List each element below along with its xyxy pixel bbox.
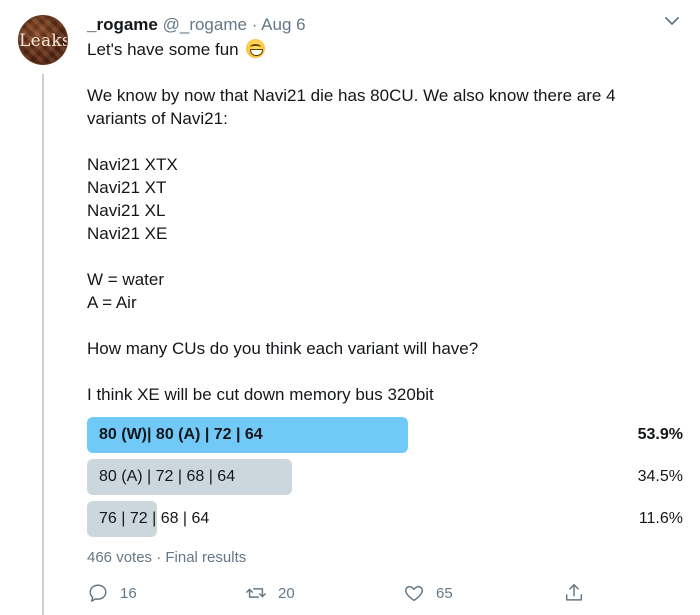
author-name[interactable]: _rogame (87, 15, 158, 34)
avatar-logo-text: Leaks (19, 31, 68, 51)
poll-option-label: 80 (W)| 80 (A) | 72 | 64 (99, 426, 263, 443)
retweet-button[interactable]: 20 (245, 580, 295, 606)
avatar[interactable]: Leaks (18, 15, 68, 65)
poll-option: 80 (A) | 72 | 68 | 64 34.5% (87, 459, 687, 495)
heart-icon (405, 585, 423, 602)
tweet-line: How many CUs do you think each variant w… (87, 339, 479, 358)
tweet-header: _rogame @_rogame · Aug 6 (87, 14, 306, 36)
poll-option: 80 (W)| 80 (A) | 72 | 64 53.9% (87, 417, 687, 453)
tweet-line: Navi21 XT (87, 178, 167, 197)
poll-option-percent: 34.5% (637, 468, 683, 485)
thread-line (42, 74, 44, 615)
tweet-line (87, 314, 647, 337)
tweet-line: Navi21 XL (87, 201, 166, 220)
tweet-line: variants of Navi21: (87, 109, 228, 128)
poll-option: 76 | 72 | 68 | 64 11.6% (87, 501, 687, 537)
share-icon (565, 584, 583, 601)
poll-option-percent: 53.9% (637, 426, 683, 443)
poll-option-label: 76 | 72 | 68 | 64 (99, 510, 210, 527)
tweet-line (87, 61, 647, 84)
tweet-body-lines: We know by now that Navi21 die has 80CU.… (87, 61, 647, 406)
poll-option-percent: 11.6% (638, 510, 683, 527)
poll: 80 (W)| 80 (A) | 72 | 64 53.9% 80 (A) | … (87, 417, 687, 543)
retweet-icon (246, 588, 266, 598)
tweet-line (87, 245, 647, 268)
tweet-first-line-text: Let's have some fun (87, 40, 239, 59)
tweet-line: We know by now that Navi21 die has 80CU.… (87, 86, 616, 105)
reply-count: 16 (120, 584, 137, 602)
tweet-line: Navi21 XE (87, 224, 168, 243)
tweet-actions: 16 20 65 (87, 580, 607, 606)
retweet-count: 20 (278, 584, 295, 602)
like-count: 65 (436, 584, 453, 602)
reply-icon (89, 584, 107, 602)
tweet-line: W = water (87, 270, 164, 289)
tweet-first-line: Let's have some fun (87, 38, 647, 61)
header-separator: · (251, 15, 258, 34)
poll-summary: 466 votes · Final results (87, 549, 247, 566)
tweet-line: I think XE will be cut down memory bus 3… (87, 385, 434, 404)
like-button[interactable]: 65 (403, 580, 453, 606)
tweet-line: Navi21 XTX (87, 155, 178, 174)
tweet-line: A = Air (87, 293, 137, 312)
tweet-line (87, 130, 647, 153)
share-button[interactable] (563, 580, 585, 606)
reply-button[interactable]: 16 (87, 580, 137, 606)
author-handle[interactable]: @_rogame (163, 15, 247, 34)
tweet-line (87, 360, 647, 383)
poll-option-label: 80 (A) | 72 | 68 | 64 (99, 468, 236, 485)
tweet-text: Let's have some fun We know by now that … (87, 38, 647, 406)
chevron-down-icon[interactable] (664, 14, 680, 28)
grinning-face-emoji-icon (246, 39, 266, 58)
tweet-date[interactable]: Aug 6 (261, 15, 305, 34)
